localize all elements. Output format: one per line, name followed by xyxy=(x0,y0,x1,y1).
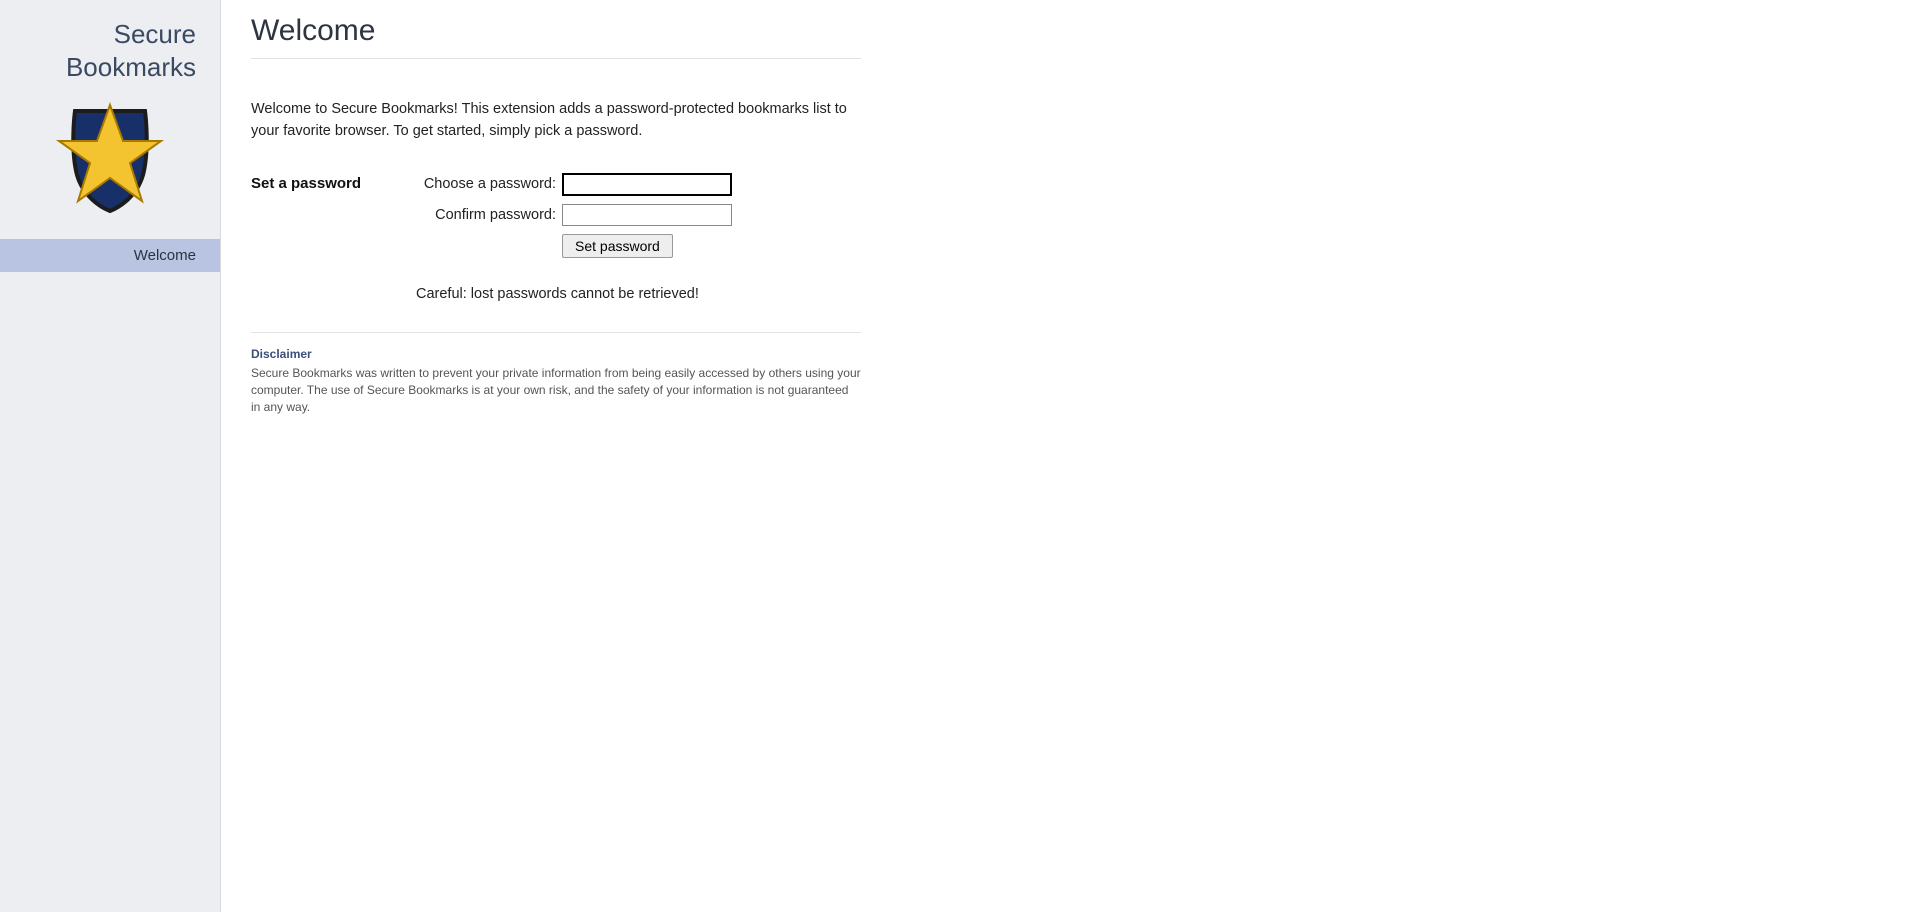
app-root: Secure Bookmarks Welcome Welcome Welcome… xyxy=(0,0,1920,912)
page-title: Welcome xyxy=(251,14,1890,48)
sidebar-nav: Welcome xyxy=(0,239,220,272)
logo xyxy=(0,93,220,239)
disclaimer-text: Secure Bookmarks was written to prevent … xyxy=(251,365,861,417)
confirm-password-label: Confirm password: xyxy=(416,207,562,223)
sidebar-item-welcome[interactable]: Welcome xyxy=(0,239,220,272)
disclaimer-title: Disclaimer xyxy=(251,347,1890,361)
password-form: Set a password Choose a password: Confir… xyxy=(251,173,861,258)
intro-text: Welcome to Secure Bookmarks! This extens… xyxy=(251,99,861,143)
choose-password-label: Choose a password: xyxy=(416,176,562,192)
divider xyxy=(251,332,861,333)
confirm-password-input[interactable] xyxy=(562,204,732,226)
brand-line-2: Bookmarks xyxy=(24,51,196,84)
form-section-label: Set a password xyxy=(251,173,416,192)
choose-password-input[interactable] xyxy=(562,173,732,196)
main-content: Welcome Welcome to Secure Bookmarks! Thi… xyxy=(221,0,1920,912)
divider xyxy=(251,58,861,59)
sidebar: Secure Bookmarks Welcome xyxy=(0,0,221,912)
brand-title: Secure Bookmarks xyxy=(0,0,220,93)
set-password-button[interactable]: Set password xyxy=(562,234,673,258)
brand-line-1: Secure xyxy=(24,18,196,51)
sidebar-item-label: Welcome xyxy=(134,247,196,264)
password-warning: Careful: lost passwords cannot be retrie… xyxy=(251,286,1026,302)
shield-star-icon xyxy=(45,93,175,223)
